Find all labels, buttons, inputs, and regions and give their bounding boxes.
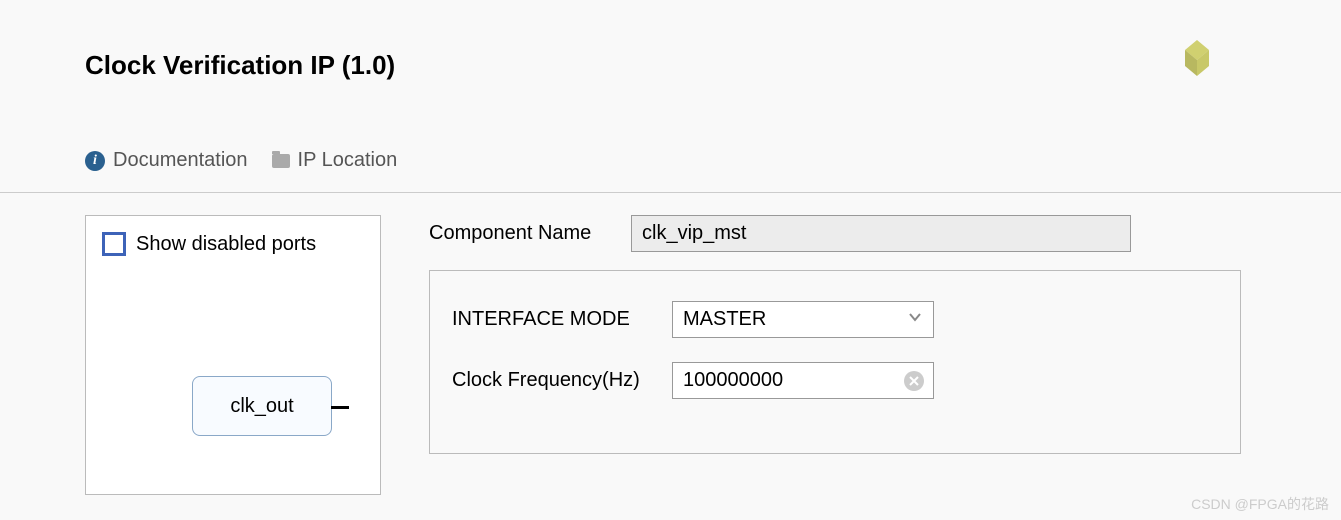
documentation-label: Documentation bbox=[113, 149, 248, 172]
clock-frequency-input[interactable] bbox=[672, 362, 934, 399]
clock-frequency-label: Clock Frequency(Hz) bbox=[452, 369, 672, 392]
interface-mode-value: MASTER bbox=[683, 308, 766, 331]
component-name-input[interactable] bbox=[631, 215, 1131, 252]
interface-mode-label: INTERFACE MODE bbox=[452, 308, 672, 331]
divider bbox=[0, 192, 1341, 193]
main-panel: Clock Verification IP (1.0) i Documentat… bbox=[0, 0, 1341, 520]
folder-icon bbox=[272, 154, 290, 168]
interface-mode-row: INTERFACE MODE MASTER bbox=[452, 301, 1218, 338]
freq-input-wrap bbox=[672, 362, 934, 399]
page-title: Clock Verification IP (1.0) bbox=[85, 50, 1341, 81]
info-icon: i bbox=[85, 151, 105, 171]
content-row: Show disabled ports clk_out Component Na… bbox=[85, 215, 1341, 495]
watermark: CSDN @FPGA的花路 bbox=[1191, 494, 1329, 514]
ip-location-link[interactable]: IP Location bbox=[272, 149, 398, 172]
port-line bbox=[331, 406, 349, 409]
component-name-row: Component Name bbox=[429, 215, 1241, 252]
documentation-link[interactable]: i Documentation bbox=[85, 149, 248, 172]
links-row: i Documentation IP Location bbox=[85, 149, 1341, 172]
component-name-label: Component Name bbox=[429, 222, 631, 245]
clear-icon[interactable] bbox=[904, 371, 924, 391]
chevron-down-icon bbox=[907, 308, 923, 331]
interface-mode-select[interactable]: MASTER bbox=[672, 301, 934, 338]
show-disabled-ports-checkbox[interactable] bbox=[102, 232, 126, 256]
ip-location-label: IP Location bbox=[298, 149, 398, 172]
left-panel: Show disabled ports clk_out bbox=[85, 215, 381, 495]
block-diagram: clk_out bbox=[192, 376, 332, 436]
clock-frequency-row: Clock Frequency(Hz) bbox=[452, 362, 1218, 399]
show-disabled-ports-label: Show disabled ports bbox=[136, 233, 316, 256]
port-name: clk_out bbox=[230, 395, 293, 418]
right-panel: Component Name INTERFACE MODE MASTER Clo… bbox=[429, 215, 1341, 495]
logo-icon bbox=[1173, 36, 1221, 89]
checkbox-row: Show disabled ports bbox=[102, 232, 364, 256]
settings-box: INTERFACE MODE MASTER Clock Frequency(Hz… bbox=[429, 270, 1241, 454]
